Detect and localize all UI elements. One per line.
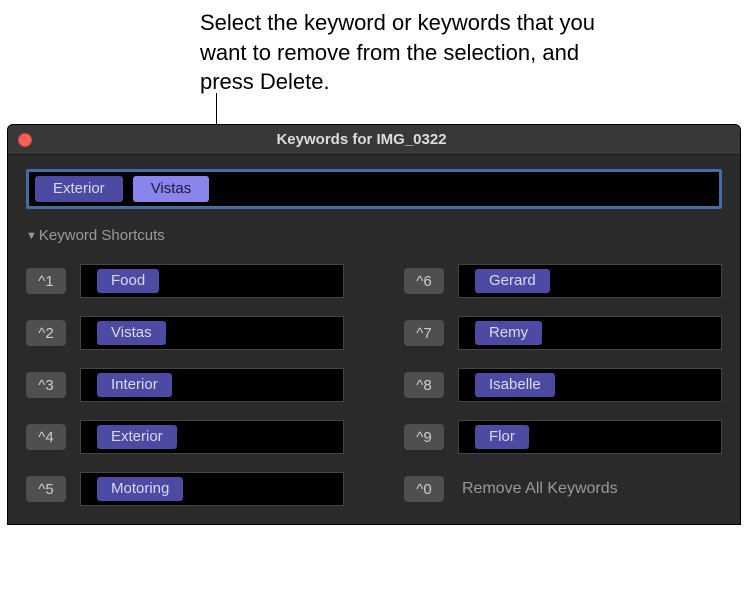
keyword-token[interactable]: Isabelle xyxy=(475,373,555,397)
shortcuts-grid: ^1 Food ^6 Gerard ^2 Vistas ^7 xyxy=(26,264,722,506)
shortcut-row: ^9 Flor xyxy=(404,420,722,454)
keyword-token[interactable]: Remy xyxy=(475,321,542,345)
window-title: Keywords for IMG_0322 xyxy=(8,131,715,148)
shortcut-slot[interactable]: Exterior xyxy=(80,420,344,454)
shortcut-key[interactable]: ^4 xyxy=(26,424,66,450)
shortcut-slot[interactable]: Interior xyxy=(80,368,344,402)
shortcut-key[interactable]: ^0 xyxy=(404,476,444,502)
shortcut-row: ^8 Isabelle xyxy=(404,368,722,402)
instruction-callout: Select the keyword or keywords that you … xyxy=(200,8,600,97)
keywords-window: Keywords for IMG_0322 Exterior Vistas ▼ … xyxy=(7,124,741,525)
window-content: Exterior Vistas ▼ Keyword Shortcuts ^1 F… xyxy=(8,155,740,524)
shortcut-row: ^1 Food xyxy=(26,264,344,298)
keyword-token[interactable]: Exterior xyxy=(97,425,177,449)
keyword-token[interactable]: Flor xyxy=(475,425,529,449)
keyword-token[interactable]: Motoring xyxy=(97,477,183,501)
shortcut-slot[interactable]: Remy xyxy=(458,316,722,350)
shortcut-slot[interactable]: Isabelle xyxy=(458,368,722,402)
section-label: Keyword Shortcuts xyxy=(39,227,165,244)
keyword-token-selected[interactable]: Vistas xyxy=(133,176,210,202)
disclosure-triangle-icon: ▼ xyxy=(26,230,37,242)
shortcut-key[interactable]: ^7 xyxy=(404,320,444,346)
shortcuts-disclosure[interactable]: ▼ Keyword Shortcuts xyxy=(26,227,722,244)
shortcut-row: ^4 Exterior xyxy=(26,420,344,454)
shortcut-slot[interactable]: Gerard xyxy=(458,264,722,298)
shortcut-row: ^2 Vistas xyxy=(26,316,344,350)
shortcut-key[interactable]: ^9 xyxy=(404,424,444,450)
shortcut-key[interactable]: ^5 xyxy=(26,476,66,502)
shortcut-row: ^5 Motoring xyxy=(26,472,344,506)
shortcut-row: ^7 Remy xyxy=(404,316,722,350)
shortcut-key[interactable]: ^6 xyxy=(404,268,444,294)
keyword-input[interactable]: Exterior Vistas xyxy=(26,169,722,209)
keyword-token[interactable]: Interior xyxy=(97,373,172,397)
shortcut-row: ^3 Interior xyxy=(26,368,344,402)
remove-all-label[interactable]: Remove All Keywords xyxy=(458,480,722,498)
keyword-token[interactable]: Food xyxy=(97,269,159,293)
keyword-token[interactable]: Exterior xyxy=(35,176,123,202)
keyword-token[interactable]: Vistas xyxy=(97,321,166,345)
shortcut-row: ^6 Gerard xyxy=(404,264,722,298)
shortcut-key[interactable]: ^8 xyxy=(404,372,444,398)
shortcut-row-remove-all: ^0 Remove All Keywords xyxy=(404,472,722,506)
shortcut-key[interactable]: ^3 xyxy=(26,372,66,398)
keyword-token[interactable]: Gerard xyxy=(475,269,550,293)
close-icon[interactable] xyxy=(18,133,32,147)
shortcut-slot[interactable]: Flor xyxy=(458,420,722,454)
shortcut-key[interactable]: ^1 xyxy=(26,268,66,294)
shortcut-slot[interactable]: Food xyxy=(80,264,344,298)
titlebar[interactable]: Keywords for IMG_0322 xyxy=(8,125,740,155)
shortcut-slot[interactable]: Motoring xyxy=(80,472,344,506)
shortcut-slot[interactable]: Vistas xyxy=(80,316,344,350)
shortcut-key[interactable]: ^2 xyxy=(26,320,66,346)
